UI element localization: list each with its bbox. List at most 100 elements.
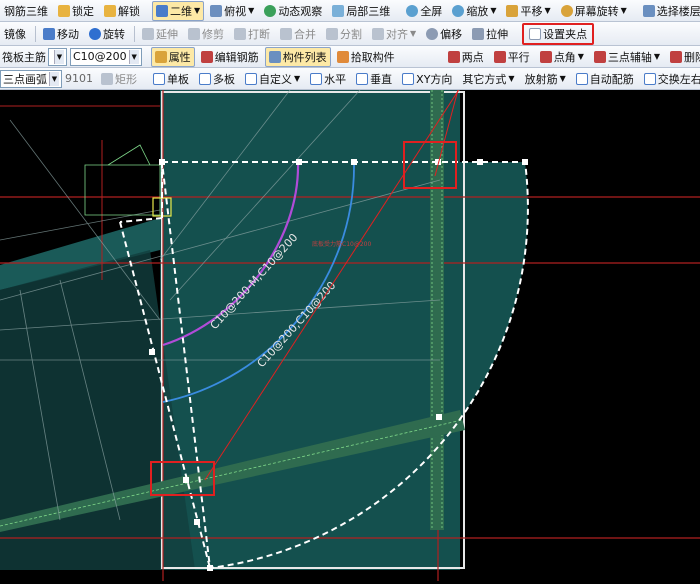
break-label: 打断 — [248, 27, 270, 41]
rebar-3d-button[interactable]: 钢筋三维 — [0, 1, 52, 21]
swap-labels-button[interactable]: 交换左右标注 — [640, 69, 700, 89]
offset-label: 偏移 — [440, 27, 463, 41]
chevron-down-icon: ▼ — [49, 71, 59, 86]
set-grip-point-button[interactable]: 设置夹点 — [522, 22, 595, 45]
delete-axis-icon — [670, 50, 682, 63]
chevron-down-icon: ▼ — [577, 52, 584, 61]
offset-button[interactable]: 偏移 — [422, 24, 466, 44]
parallel-button[interactable]: 平行 — [490, 47, 534, 67]
single-slab-button[interactable]: 单板 — [149, 69, 193, 89]
merge-button[interactable]: 合并 — [276, 24, 320, 44]
properties-label: 属性 — [168, 50, 191, 64]
horizontal-icon — [310, 72, 323, 85]
horizontal-button[interactable]: 水平 — [306, 69, 350, 89]
component-type-label: 筏板主筋 — [2, 50, 46, 64]
local-3d-label: 局部三维 — [346, 4, 391, 18]
chevron-down-icon: ▼ — [620, 6, 627, 15]
separator — [35, 25, 36, 42]
mirror-button[interactable]: 镜像 — [0, 24, 30, 44]
move-icon — [43, 27, 55, 40]
chevron-down-icon: ▼ — [653, 52, 660, 61]
rectangle-button[interactable]: 矩形 — [97, 69, 141, 89]
chevron-down-icon: ▼ — [508, 74, 515, 83]
drawing-svg: C10@200-M,C10@200 C10@200,C10@200 底板受力筋C… — [0, 44, 700, 581]
parallel-icon — [493, 50, 506, 63]
detail-outline — [84, 164, 161, 216]
lock-button[interactable]: 锁定 — [54, 1, 98, 21]
xy-direction-button[interactable]: XY方向 — [398, 69, 456, 89]
auto-rebar-button[interactable]: 自动配筋 — [572, 69, 638, 89]
chevron-down-icon: ▼ — [248, 6, 255, 15]
unlock-button[interactable]: 解锁 — [100, 1, 144, 21]
orbit-icon — [264, 4, 277, 17]
custom-button[interactable]: 自定义 ▼ — [241, 69, 304, 89]
2d-view-dropdown[interactable]: 二维 ▼ — [152, 0, 205, 21]
properties-button[interactable]: 属性 — [150, 46, 195, 67]
pan-icon — [506, 4, 519, 17]
align-button[interactable]: 对齐 ▼ — [368, 24, 420, 44]
vertical-button[interactable]: 垂直 — [352, 69, 396, 89]
local-3d-button[interactable]: 局部三维 — [328, 1, 394, 21]
rectangle-icon — [101, 72, 113, 85]
break-icon — [234, 27, 246, 40]
single-slab-label: 单板 — [167, 72, 189, 86]
break-button[interactable]: 打断 — [230, 24, 274, 44]
2d-view-label: 二维 — [170, 4, 192, 18]
split-button[interactable]: 分割 — [322, 24, 366, 44]
two-points-label: 两点 — [461, 50, 484, 64]
dynamic-observe-button[interactable]: 动态观察 — [260, 1, 326, 21]
custom-icon — [245, 72, 257, 85]
component-list-label: 构件列表 — [282, 50, 327, 64]
stretch-icon — [472, 27, 485, 40]
number-field[interactable]: 9101 — [65, 72, 93, 85]
extend-button[interactable]: 延伸 — [138, 24, 182, 44]
radial-rebar-button[interactable]: 放射筋 ▼ — [521, 69, 570, 89]
other-methods-button[interactable]: 其它方式 ▼ — [458, 69, 518, 89]
pick-component-button[interactable]: 拾取构件 — [333, 47, 399, 67]
dynamic-observe-label: 动态观察 — [278, 4, 323, 18]
fullscreen-button[interactable]: 全屏 — [402, 1, 446, 21]
parallel-label: 平行 — [507, 50, 530, 64]
component-type-dropdown[interactable]: ▼ — [48, 47, 67, 66]
three-point-axis-button[interactable]: 三点辅轴 ▼ — [590, 47, 664, 67]
radial-rebar-label: 放射筋 — [524, 72, 558, 86]
grip-point-icon — [529, 27, 542, 40]
two-points-button[interactable]: 两点 — [444, 47, 488, 67]
point-angle-label: 点角 — [553, 50, 576, 64]
vertical-icon — [356, 72, 369, 85]
vertical-label: 垂直 — [370, 72, 393, 86]
rotate-button[interactable]: 旋转 — [85, 24, 129, 44]
multi-slab-button[interactable]: 多板 — [195, 69, 239, 89]
chevron-down-icon: ▼ — [559, 74, 566, 83]
zoom-label: 缩放 — [466, 4, 489, 18]
screen-rotate-button[interactable]: 屏幕旋转 ▼ — [557, 1, 631, 21]
edit-rebar-label: 编辑钢筋 — [214, 50, 259, 64]
draw-mode-dropdown[interactable]: 三点画弧 ▼ — [0, 69, 62, 88]
trim-button[interactable]: 修剪 — [184, 24, 228, 44]
component-list-button[interactable]: 构件列表 — [264, 46, 331, 67]
delete-axis-button[interactable]: 删除辅轴 — [666, 47, 700, 67]
pick-component-label: 拾取构件 — [350, 50, 395, 64]
point-angle-icon — [539, 50, 552, 63]
other-methods-label: 其它方式 — [462, 72, 507, 86]
stretch-button[interactable]: 拉伸 — [468, 24, 512, 44]
separator — [134, 25, 135, 42]
edit-rebar-button[interactable]: 编辑钢筋 — [197, 47, 263, 67]
top-view-label: 俯视 — [224, 4, 247, 18]
single-slab-icon — [153, 72, 165, 85]
fullscreen-label: 全屏 — [420, 4, 443, 18]
view-toolbar: 钢筋三维 锁定 解锁 二维 ▼ 俯视 ▼ 动态观察 局部三维 全屏 缩放 ▼ 平移 ▼ … — [0, 0, 700, 22]
offset-icon — [426, 27, 439, 40]
chevron-down-icon: ▼ — [128, 49, 139, 64]
mirror-label: 镜像 — [4, 27, 26, 41]
top-view-button[interactable]: 俯视 ▼ — [206, 1, 258, 21]
zoom-button[interactable]: 缩放 ▼ — [448, 1, 500, 21]
rebar-spec-dropdown[interactable]: C10@200 ▼ — [70, 47, 142, 66]
point-angle-button[interactable]: 点角 ▼ — [536, 47, 588, 67]
horizontal-label: 水平 — [324, 72, 347, 86]
select-floor-button[interactable]: 选择楼层 — [639, 1, 700, 21]
move-button[interactable]: 移动 — [39, 24, 83, 44]
pan-button[interactable]: 平移 ▼ — [502, 1, 554, 21]
auto-rebar-label: 自动配筋 — [589, 72, 634, 86]
drawing-canvas[interactable]: C10@200-M,C10@200 C10@200,C10@200 底板受力筋C… — [0, 44, 700, 581]
